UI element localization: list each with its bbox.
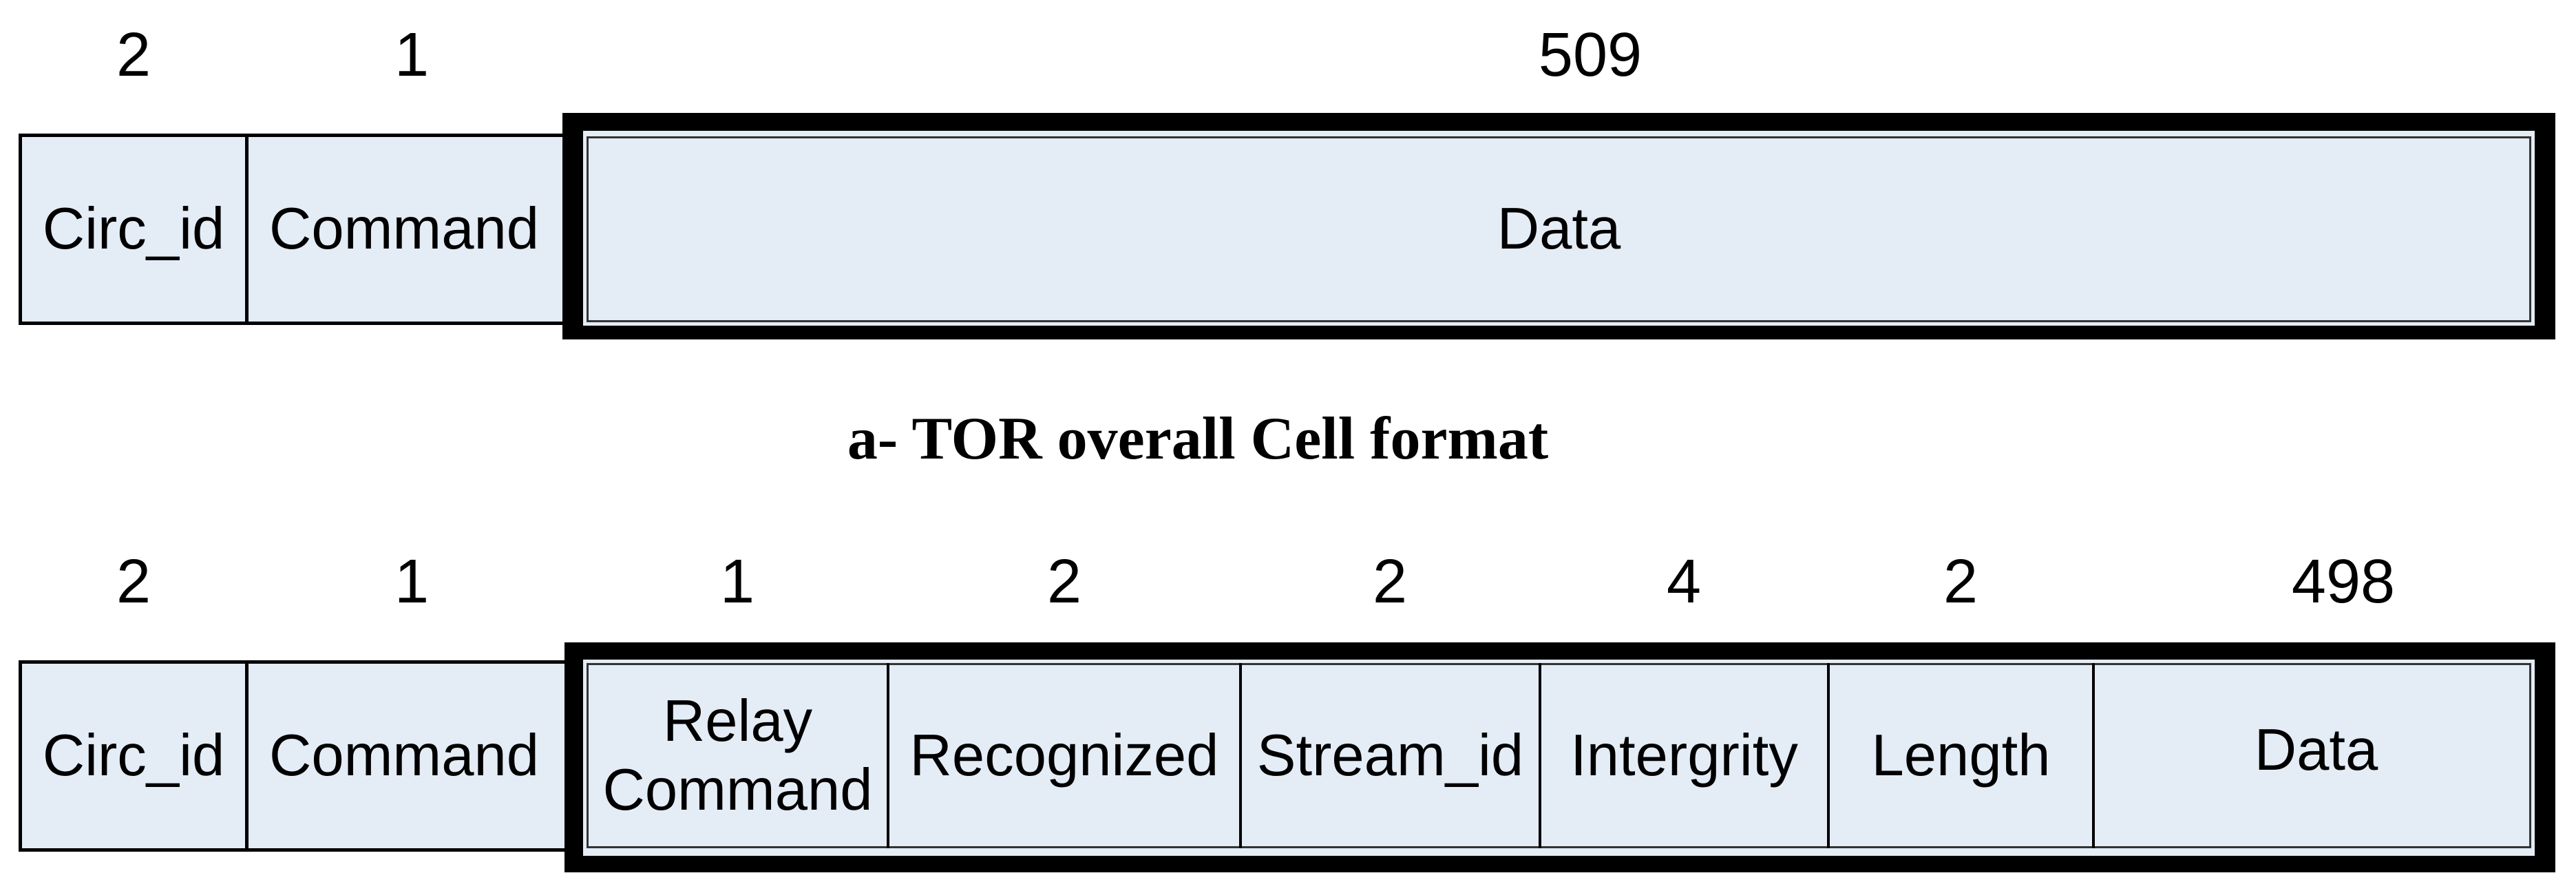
field-command: Command [249, 664, 560, 848]
field-integrity: Intergrity [1541, 665, 1827, 846]
field-relay-data: Data [2095, 665, 2529, 846]
size-label-data: 509 [1538, 21, 1643, 90]
size-label-circ-id: 2 [116, 547, 151, 616]
size-label-circ-id: 2 [116, 21, 151, 90]
size-label-relay-command: 1 [719, 547, 755, 616]
field-data-content: Data [589, 138, 2529, 320]
field-command-label: Command [268, 723, 540, 788]
field-data: Data [587, 136, 2531, 322]
size-label-integrity: 4 [1666, 547, 1702, 616]
field-integrity-label: Intergrity [1570, 722, 1798, 788]
field-circ-id: Circ_id [22, 664, 245, 848]
field-relay-command-line1: Relay [662, 688, 813, 754]
size-label-command: 1 [394, 547, 430, 616]
field-data-label: Data [1497, 196, 1621, 262]
field-circ-id: Circ_id [22, 137, 245, 322]
field-length-label: Length [1871, 722, 2051, 788]
field-circ-id-label: Circ_id [42, 196, 225, 262]
field-relay-command: Relay Command [589, 665, 887, 846]
field-command: Command [249, 137, 560, 322]
field-length: Length [1830, 665, 2092, 846]
field-relay-command-line2: Command [602, 757, 873, 823]
figure-caption: a- TOR overall Cell format [847, 406, 1549, 472]
size-label-length: 2 [1943, 547, 1978, 616]
size-label-stream-id: 2 [1372, 547, 1408, 616]
size-label-command: 1 [394, 21, 430, 90]
field-relay-data-label: Data [2254, 717, 2378, 783]
size-label-recognized: 2 [1046, 547, 1082, 616]
field-circ-id-label: Circ_id [42, 723, 225, 788]
field-command-label: Command [268, 196, 540, 262]
field-recognized-label: Recognized [909, 722, 1219, 788]
field-stream-id-label: Stream_id [1256, 722, 1524, 788]
size-label-data: 498 [2291, 547, 2396, 616]
field-recognized: Recognized [889, 665, 1239, 846]
field-stream-id: Stream_id [1242, 665, 1539, 846]
